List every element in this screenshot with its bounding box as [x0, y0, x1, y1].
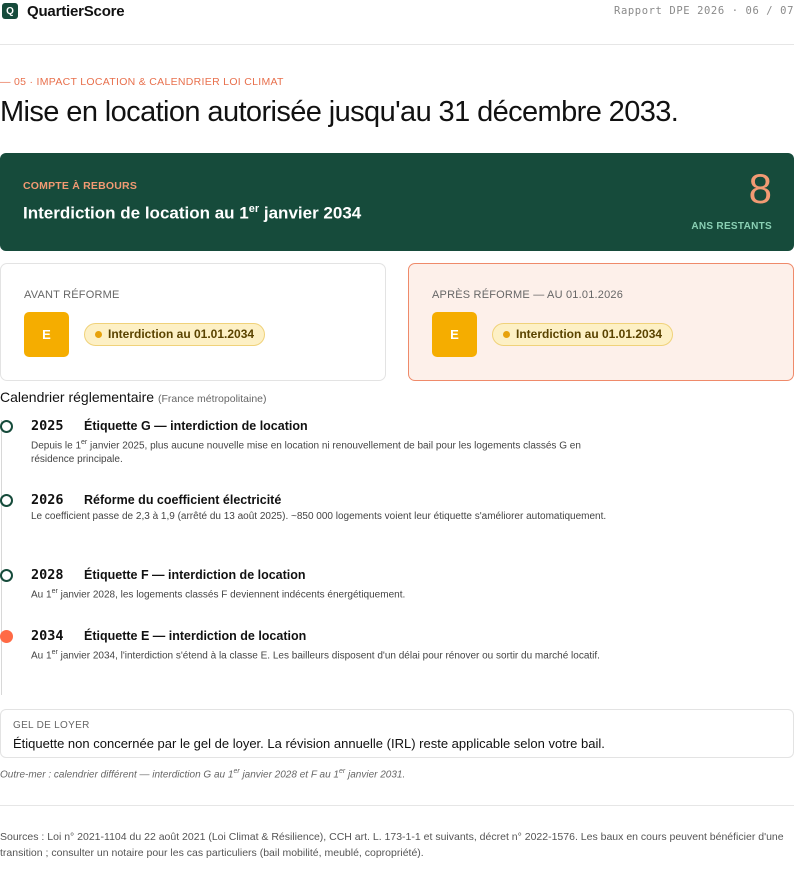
timeline-year: 2026 [31, 492, 64, 508]
timeline-year: 2034 [31, 628, 64, 644]
timeline-heading: Étiquette E — interdiction de location [84, 629, 307, 643]
timeline-text-part: janvier 2028, les logements classés F de… [57, 589, 406, 601]
logo-icon[interactable]: Q [2, 3, 18, 19]
timeline-text: Le coefficient passe de 2,3 à 1,9 (arrêt… [31, 511, 607, 522]
timeline-text-part: Au 1 [31, 650, 52, 662]
timeline-heading: Réforme du coefficient électricité [84, 493, 282, 507]
report-reference: Rapport DPE 2026 · 06 / 07 [614, 5, 794, 17]
ban-date-pill: Interdiction au 01.01.2034 [492, 323, 674, 346]
timeline-marker-icon [0, 569, 13, 582]
timeline-line [1, 420, 2, 695]
countdown-title-sup: er [248, 203, 260, 215]
timeline-year: 2028 [31, 567, 64, 583]
divider [0, 805, 794, 806]
overseas-note: Outre-mer : calendrier différent — inter… [0, 768, 405, 780]
energy-grade-badge: E [24, 312, 69, 357]
before-reform-card: AVANT RÉFORME E Interdiction au 01.01.20… [0, 263, 386, 381]
timeline-marker-icon [0, 420, 13, 433]
sources-footnote: Sources : Loi n° 2021-1104 du 22 août 20… [0, 831, 784, 859]
calendar-subtitle: (France métropolitaine) [157, 393, 267, 405]
status-dot-icon [95, 331, 102, 338]
overseas-note-part: janvier 2031. [345, 769, 406, 781]
timeline-text-part: janvier 2025, plus aucune nouvelle mise … [31, 440, 581, 466]
timeline-heading: Étiquette F — interdiction de location [84, 568, 306, 582]
countdown-title-end: janvier 2034 [259, 203, 362, 223]
countdown-label: COMPTE À REBOURS [23, 180, 138, 192]
page-title: Mise en location autorisée jusqu'au 31 d… [0, 96, 679, 128]
countdown-banner [0, 153, 794, 251]
timeline-heading: Étiquette G — interdiction de location [84, 419, 308, 433]
brand-name[interactable]: QuartierScore [27, 3, 125, 20]
calendar-title: Calendrier réglementaire (France métropo… [0, 389, 267, 405]
calendar-title-text: Calendrier réglementaire [0, 389, 155, 405]
after-reform-label: APRÈS RÉFORME — AU 01.01.2026 [432, 289, 624, 301]
timeline-text-part: Au 1 [31, 589, 52, 601]
ban-date-pill: Interdiction au 01.01.2034 [84, 323, 266, 346]
countdown-title-part: Interdiction de location au 1 [23, 203, 249, 223]
timeline-text: Depuis le 1er janvier 2025, plus aucune … [31, 436, 621, 467]
ban-date-text: Interdiction au 01.01.2034 [108, 327, 255, 341]
rent-freeze-text: Étiquette non concernée par le gel de lo… [13, 736, 605, 751]
section-eyebrow: — 05 · IMPACT LOCATION & CALENDRIER LOI … [0, 76, 284, 88]
timeline-text: Au 1er janvier 2034, l'interdiction s'ét… [31, 646, 621, 663]
ban-date-text: Interdiction au 01.01.2034 [516, 327, 663, 341]
before-reform-label: AVANT RÉFORME [24, 289, 120, 301]
overseas-note-part: Outre-mer : calendrier différent — inter… [0, 769, 234, 781]
status-dot-icon [503, 331, 510, 338]
after-reform-card: APRÈS RÉFORME — AU 01.01.2026 E Interdic… [408, 263, 794, 381]
timeline-marker-active-icon [0, 630, 13, 643]
rent-freeze-label: GEL DE LOYER [13, 720, 90, 731]
page-header: Q QuartierScore Rapport DPE 2026 · 06 / … [0, 0, 794, 45]
rent-freeze-notice: GEL DE LOYER Étiquette non concernée par… [0, 709, 794, 758]
countdown-title: Interdiction de location au 1er janvier … [23, 203, 361, 224]
timeline-marker-icon [0, 494, 13, 507]
countdown-number: 8 [748, 165, 772, 212]
timeline-text-part: janvier 2034, l'interdiction s'étend à l… [57, 650, 600, 662]
timeline-year: 2025 [31, 418, 64, 434]
timeline-text-part: Depuis le 1 [31, 440, 82, 452]
timeline-text: Au 1er janvier 2028, les logements class… [31, 585, 621, 602]
countdown-unit: ANS RESTANTS [691, 221, 772, 232]
energy-grade-badge: E [432, 312, 477, 357]
overseas-note-part: janvier 2028 et F au 1 [239, 769, 339, 781]
